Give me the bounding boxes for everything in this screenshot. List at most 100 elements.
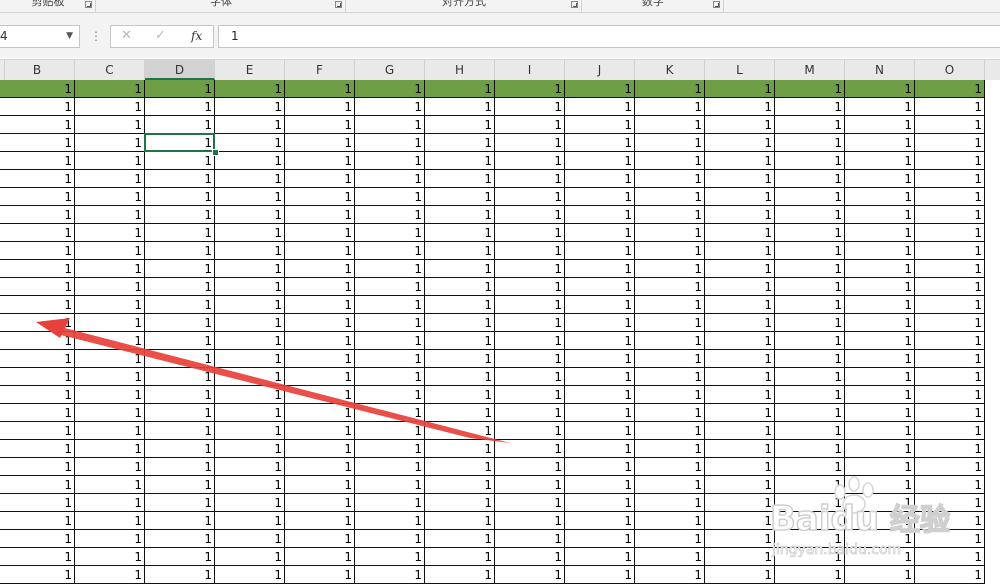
cell-D[interactable]: 1 <box>145 530 215 548</box>
cell-N[interactable]: 1 <box>845 386 915 404</box>
cell-E[interactable]: 1 <box>215 314 285 332</box>
cell-C[interactable]: 1 <box>75 494 145 512</box>
column-header-D[interactable]: D <box>145 60 215 80</box>
cell-G[interactable]: 1 <box>355 98 425 116</box>
cell-O[interactable]: 1 <box>915 224 985 242</box>
cell-I[interactable]: 1 <box>495 206 565 224</box>
cell-L[interactable]: 1 <box>705 314 775 332</box>
cell-M[interactable]: 1 <box>775 458 845 476</box>
column-header-G[interactable]: G <box>355 60 425 80</box>
cell-H[interactable]: 1 <box>425 422 495 440</box>
cell-E[interactable]: 1 <box>215 98 285 116</box>
cell-N[interactable]: 1 <box>845 116 915 134</box>
cell-K[interactable]: 1 <box>635 278 705 296</box>
cell-F[interactable]: 1 <box>285 332 355 350</box>
cell-E[interactable]: 1 <box>215 332 285 350</box>
cell-G[interactable]: 1 <box>355 512 425 530</box>
cell-O[interactable]: 1 <box>915 368 985 386</box>
cell-B[interactable]: 1 <box>0 458 75 476</box>
cell-D[interactable]: 1 <box>145 188 215 206</box>
cell-B[interactable]: 1 <box>0 260 75 278</box>
cell-N[interactable]: 1 <box>845 188 915 206</box>
cell-O[interactable]: 1 <box>915 494 985 512</box>
cell-O[interactable]: 1 <box>915 350 985 368</box>
cell-L[interactable]: 1 <box>705 512 775 530</box>
cell-N[interactable]: 1 <box>845 350 915 368</box>
cell-L[interactable]: 1 <box>705 332 775 350</box>
cell-H[interactable]: 1 <box>425 368 495 386</box>
cell-B[interactable]: 1 <box>0 404 75 422</box>
cell-D[interactable]: 1 <box>145 422 215 440</box>
cell-I[interactable]: 1 <box>495 566 565 584</box>
cell-L[interactable]: 1 <box>705 458 775 476</box>
cell-B[interactable]: 1 <box>0 350 75 368</box>
cell-B[interactable]: 1 <box>0 134 75 152</box>
cell-F[interactable]: 1 <box>285 548 355 566</box>
cell-H[interactable]: 1 <box>425 296 495 314</box>
cell-E[interactable]: 1 <box>215 134 285 152</box>
cell-L[interactable]: 1 <box>705 134 775 152</box>
cell-B[interactable]: 1 <box>0 494 75 512</box>
cell-M[interactable]: 1 <box>775 206 845 224</box>
dialog-launcher-icon[interactable] <box>571 1 578 8</box>
cell-E[interactable]: 1 <box>215 350 285 368</box>
cell-G[interactable]: 1 <box>355 188 425 206</box>
cell-M[interactable]: 1 <box>775 98 845 116</box>
cell-O[interactable]: 1 <box>915 548 985 566</box>
cell-C[interactable]: 1 <box>75 116 145 134</box>
cell-C[interactable]: 1 <box>75 512 145 530</box>
cell-K[interactable]: 1 <box>635 170 705 188</box>
cell-C[interactable]: 1 <box>75 386 145 404</box>
cell-I[interactable]: 1 <box>495 80 565 98</box>
worksheet-grid[interactable]: 1111111111111111111111111111111111111111… <box>0 80 1000 584</box>
cell-M[interactable]: 1 <box>775 260 845 278</box>
cell-O[interactable]: 1 <box>915 512 985 530</box>
cell-J[interactable]: 1 <box>565 188 635 206</box>
cell-C[interactable]: 1 <box>75 296 145 314</box>
cell-O[interactable]: 1 <box>915 296 985 314</box>
cell-M[interactable]: 1 <box>775 404 845 422</box>
cell-J[interactable]: 1 <box>565 386 635 404</box>
cell-K[interactable]: 1 <box>635 368 705 386</box>
column-header-J[interactable]: J <box>565 60 635 80</box>
cell-E[interactable]: 1 <box>215 404 285 422</box>
cell-K[interactable]: 1 <box>635 98 705 116</box>
cell-N[interactable]: 1 <box>845 206 915 224</box>
cell-N[interactable]: 1 <box>845 404 915 422</box>
cell-F[interactable]: 1 <box>285 458 355 476</box>
cell-K[interactable]: 1 <box>635 512 705 530</box>
cell-M[interactable]: 1 <box>775 80 845 98</box>
cell-B[interactable]: 1 <box>0 296 75 314</box>
cell-E[interactable]: 1 <box>215 170 285 188</box>
cell-J[interactable]: 1 <box>565 476 635 494</box>
cell-H[interactable]: 1 <box>425 116 495 134</box>
cell-J[interactable]: 1 <box>565 278 635 296</box>
cell-F[interactable]: 1 <box>285 566 355 584</box>
column-header-H[interactable]: H <box>425 60 495 80</box>
cell-K[interactable]: 1 <box>635 548 705 566</box>
cell-M[interactable]: 1 <box>775 530 845 548</box>
cell-B[interactable]: 1 <box>0 206 75 224</box>
cell-E[interactable]: 1 <box>215 548 285 566</box>
cell-O[interactable]: 1 <box>915 332 985 350</box>
cell-J[interactable]: 1 <box>565 512 635 530</box>
cell-J[interactable]: 1 <box>565 368 635 386</box>
cell-C[interactable]: 1 <box>75 332 145 350</box>
cell-C[interactable]: 1 <box>75 188 145 206</box>
cell-I[interactable]: 1 <box>495 476 565 494</box>
cell-K[interactable]: 1 <box>635 440 705 458</box>
cell-O[interactable]: 1 <box>915 80 985 98</box>
cell-D[interactable]: 1 <box>145 260 215 278</box>
cell-K[interactable]: 1 <box>635 494 705 512</box>
cell-J[interactable]: 1 <box>565 242 635 260</box>
cell-N[interactable]: 1 <box>845 80 915 98</box>
cell-N[interactable]: 1 <box>845 422 915 440</box>
cell-H[interactable]: 1 <box>425 134 495 152</box>
column-header-B[interactable]: B <box>0 60 75 80</box>
cell-D[interactable]: 1 <box>145 116 215 134</box>
cell-F[interactable]: 1 <box>285 314 355 332</box>
cell-D[interactable]: 1 <box>145 350 215 368</box>
cell-B[interactable]: 1 <box>0 242 75 260</box>
cell-K[interactable]: 1 <box>635 350 705 368</box>
cell-N[interactable]: 1 <box>845 512 915 530</box>
